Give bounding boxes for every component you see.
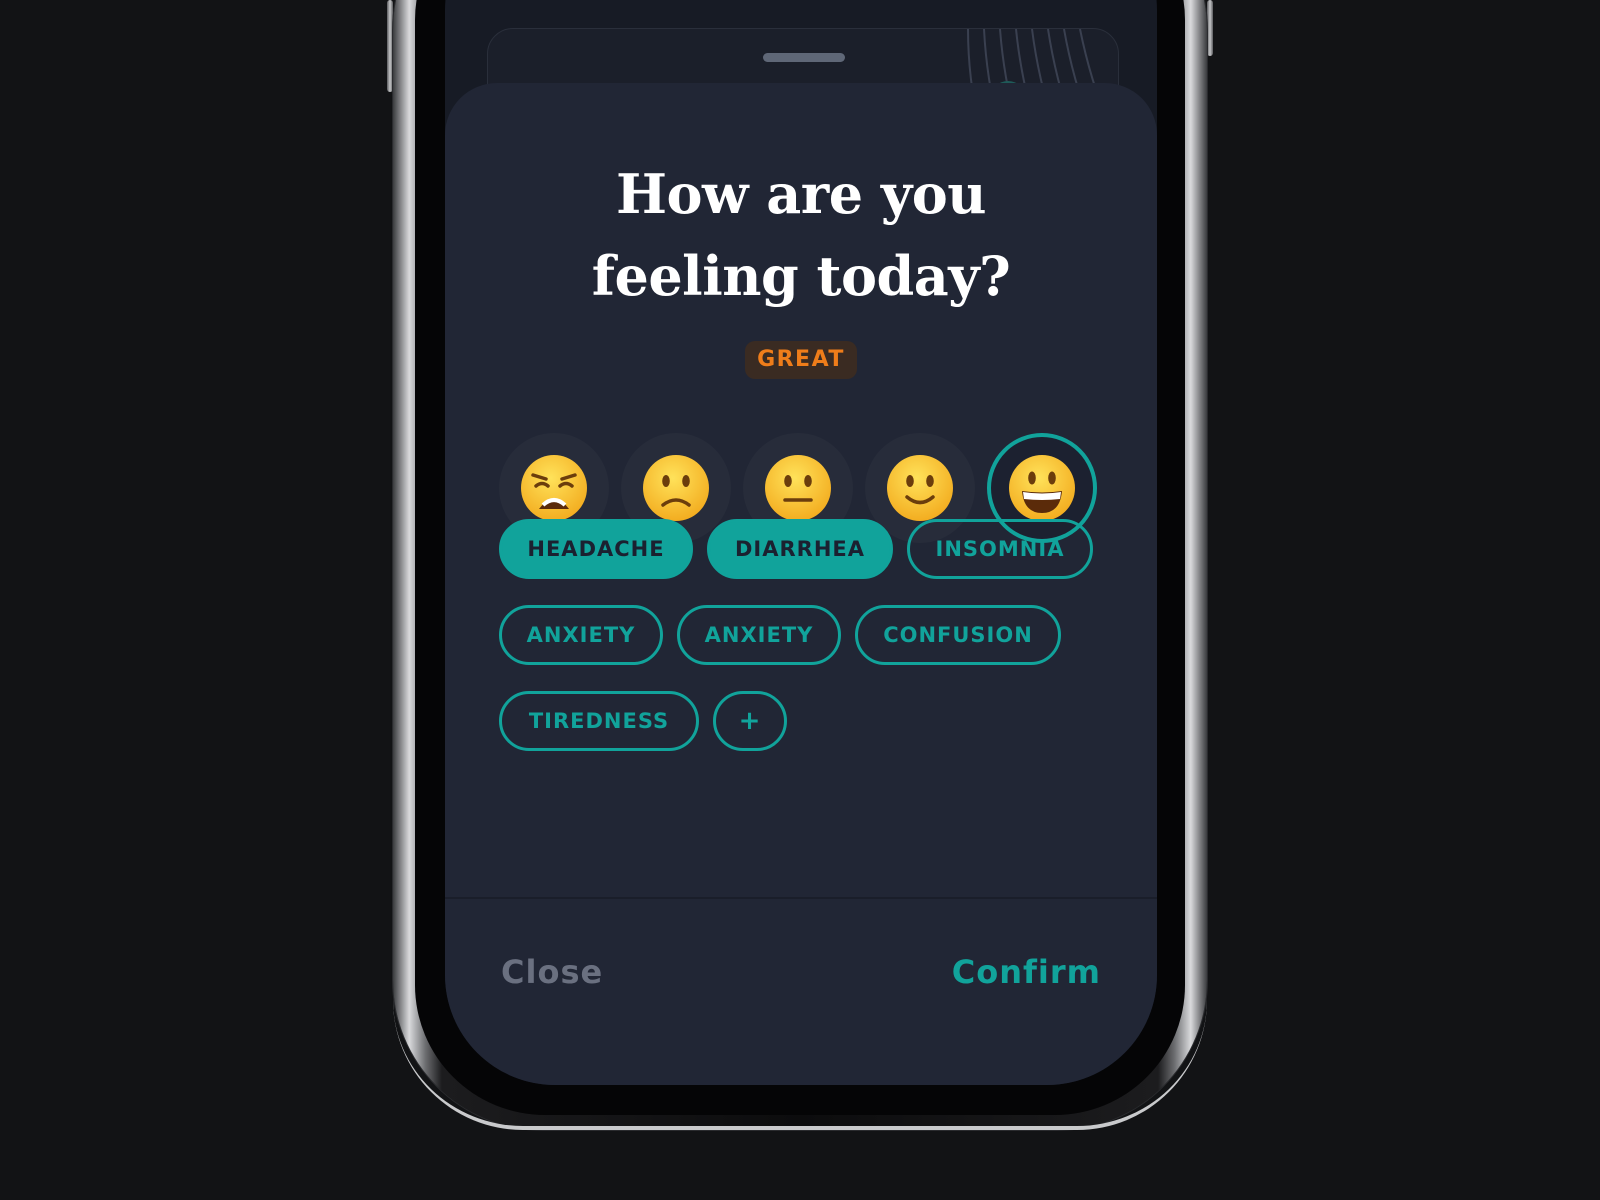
slightly-frowning-face-icon bbox=[643, 455, 709, 521]
confirm-button[interactable]: Confirm bbox=[952, 953, 1101, 991]
mood-status-badge: GREAT bbox=[745, 341, 857, 379]
tag-confusion[interactable]: CONFUSION bbox=[855, 605, 1061, 665]
tag-insomnia[interactable]: INSOMNIA bbox=[907, 519, 1093, 579]
neutral-face-icon bbox=[765, 455, 831, 521]
phone-screen: How are you feeling today? GREAT HEADACH… bbox=[445, 0, 1157, 1085]
phone-side-button-right bbox=[1207, 0, 1213, 56]
plus-icon: + bbox=[738, 706, 762, 736]
stage: How are you feeling today? GREAT HEADACH… bbox=[0, 0, 1600, 1200]
close-button[interactable]: Close bbox=[501, 953, 603, 991]
sheet-title-line-1: How are you bbox=[615, 162, 987, 226]
sheet-title-line-2: feeling today? bbox=[591, 244, 1011, 308]
mood-bottom-sheet: How are you feeling today? GREAT HEADACH… bbox=[445, 83, 1157, 1085]
slightly-smiling-face-icon bbox=[887, 455, 953, 521]
grinning-face-icon bbox=[1009, 455, 1075, 521]
tag-anxiety-duplicate[interactable]: ANXIETY bbox=[677, 605, 841, 665]
tag-headache[interactable]: HEADACHE bbox=[499, 519, 693, 579]
sheet-title: How are you feeling today? bbox=[445, 153, 1157, 317]
weary-face-icon bbox=[521, 455, 587, 521]
add-tag-button[interactable]: + bbox=[713, 691, 787, 751]
tag-diarrhea[interactable]: DIARRHEA bbox=[707, 519, 893, 579]
footer-divider bbox=[445, 897, 1157, 899]
tag-tiredness[interactable]: TIREDNESS bbox=[499, 691, 699, 751]
sheet-grabber-handle[interactable] bbox=[763, 53, 845, 62]
tag-anxiety[interactable]: ANXIETY bbox=[499, 605, 663, 665]
